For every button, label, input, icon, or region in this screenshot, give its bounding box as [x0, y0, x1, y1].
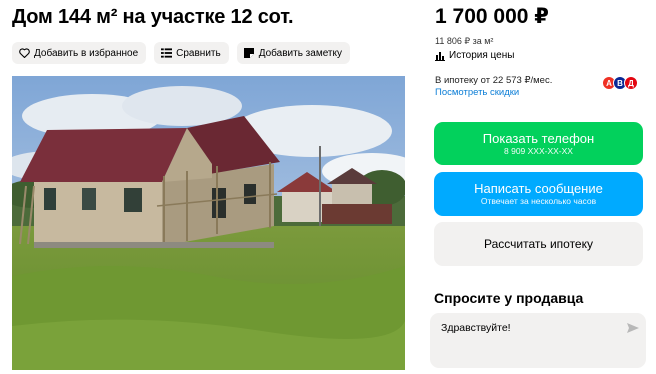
show-phone-label: Показать телефон: [482, 130, 595, 146]
price-per-m2: 11 806 ₽ за м²: [435, 36, 494, 46]
compare-button[interactable]: Сравнить: [154, 42, 229, 64]
heart-icon: [18, 47, 30, 59]
ask-seller-input[interactable]: Здравствуйте!: [430, 313, 646, 368]
note-icon: [243, 47, 255, 59]
view-discounts-link[interactable]: Посмотреть скидки: [435, 87, 519, 98]
add-to-favorites-label: Добавить в избранное: [34, 47, 139, 59]
ask-seller-title: Спросите у продавца: [434, 290, 584, 306]
compare-icon: [160, 47, 172, 59]
bank-logos: А В Д: [602, 76, 638, 90]
add-note-button[interactable]: Добавить заметку: [236, 42, 350, 64]
write-message-button[interactable]: Написать сообщение Отвечает за несколько…: [434, 172, 643, 216]
ask-seller-message[interactable]: Здравствуйте!: [441, 322, 511, 334]
chart-icon: [435, 51, 445, 61]
send-icon[interactable]: [627, 321, 639, 333]
listing-title: Дом 144 м² на участке 12 сот.: [12, 6, 294, 28]
price-history-link[interactable]: История цены: [435, 50, 514, 61]
phone-number: 8 909 XXX-XX-XX: [504, 145, 573, 156]
price: 1 700 000 ₽: [435, 5, 549, 28]
calculate-mortgage-label: Рассчитать ипотеку: [484, 236, 593, 251]
response-time: Отвечает за несколько часов: [480, 196, 597, 206]
price-history-label: История цены: [449, 50, 515, 61]
bank-logo: Д: [624, 76, 638, 90]
show-phone-button[interactable]: Показать телефон 8 909 XXX-XX-XX: [434, 122, 643, 165]
action-bar: Добавить в избранное Сравнить Добавить з…: [12, 42, 350, 64]
listing-photo[interactable]: [12, 76, 405, 370]
mortgage-monthly: В ипотеку от 22 573 ₽/мес.: [435, 75, 553, 86]
add-note-label: Добавить заметку: [258, 47, 342, 59]
calculate-mortgage-button[interactable]: Рассчитать ипотеку: [434, 222, 643, 266]
compare-label: Сравнить: [176, 47, 221, 59]
add-to-favorites-button[interactable]: Добавить в избранное: [12, 42, 147, 64]
write-message-label: Написать сообщение: [474, 181, 603, 196]
